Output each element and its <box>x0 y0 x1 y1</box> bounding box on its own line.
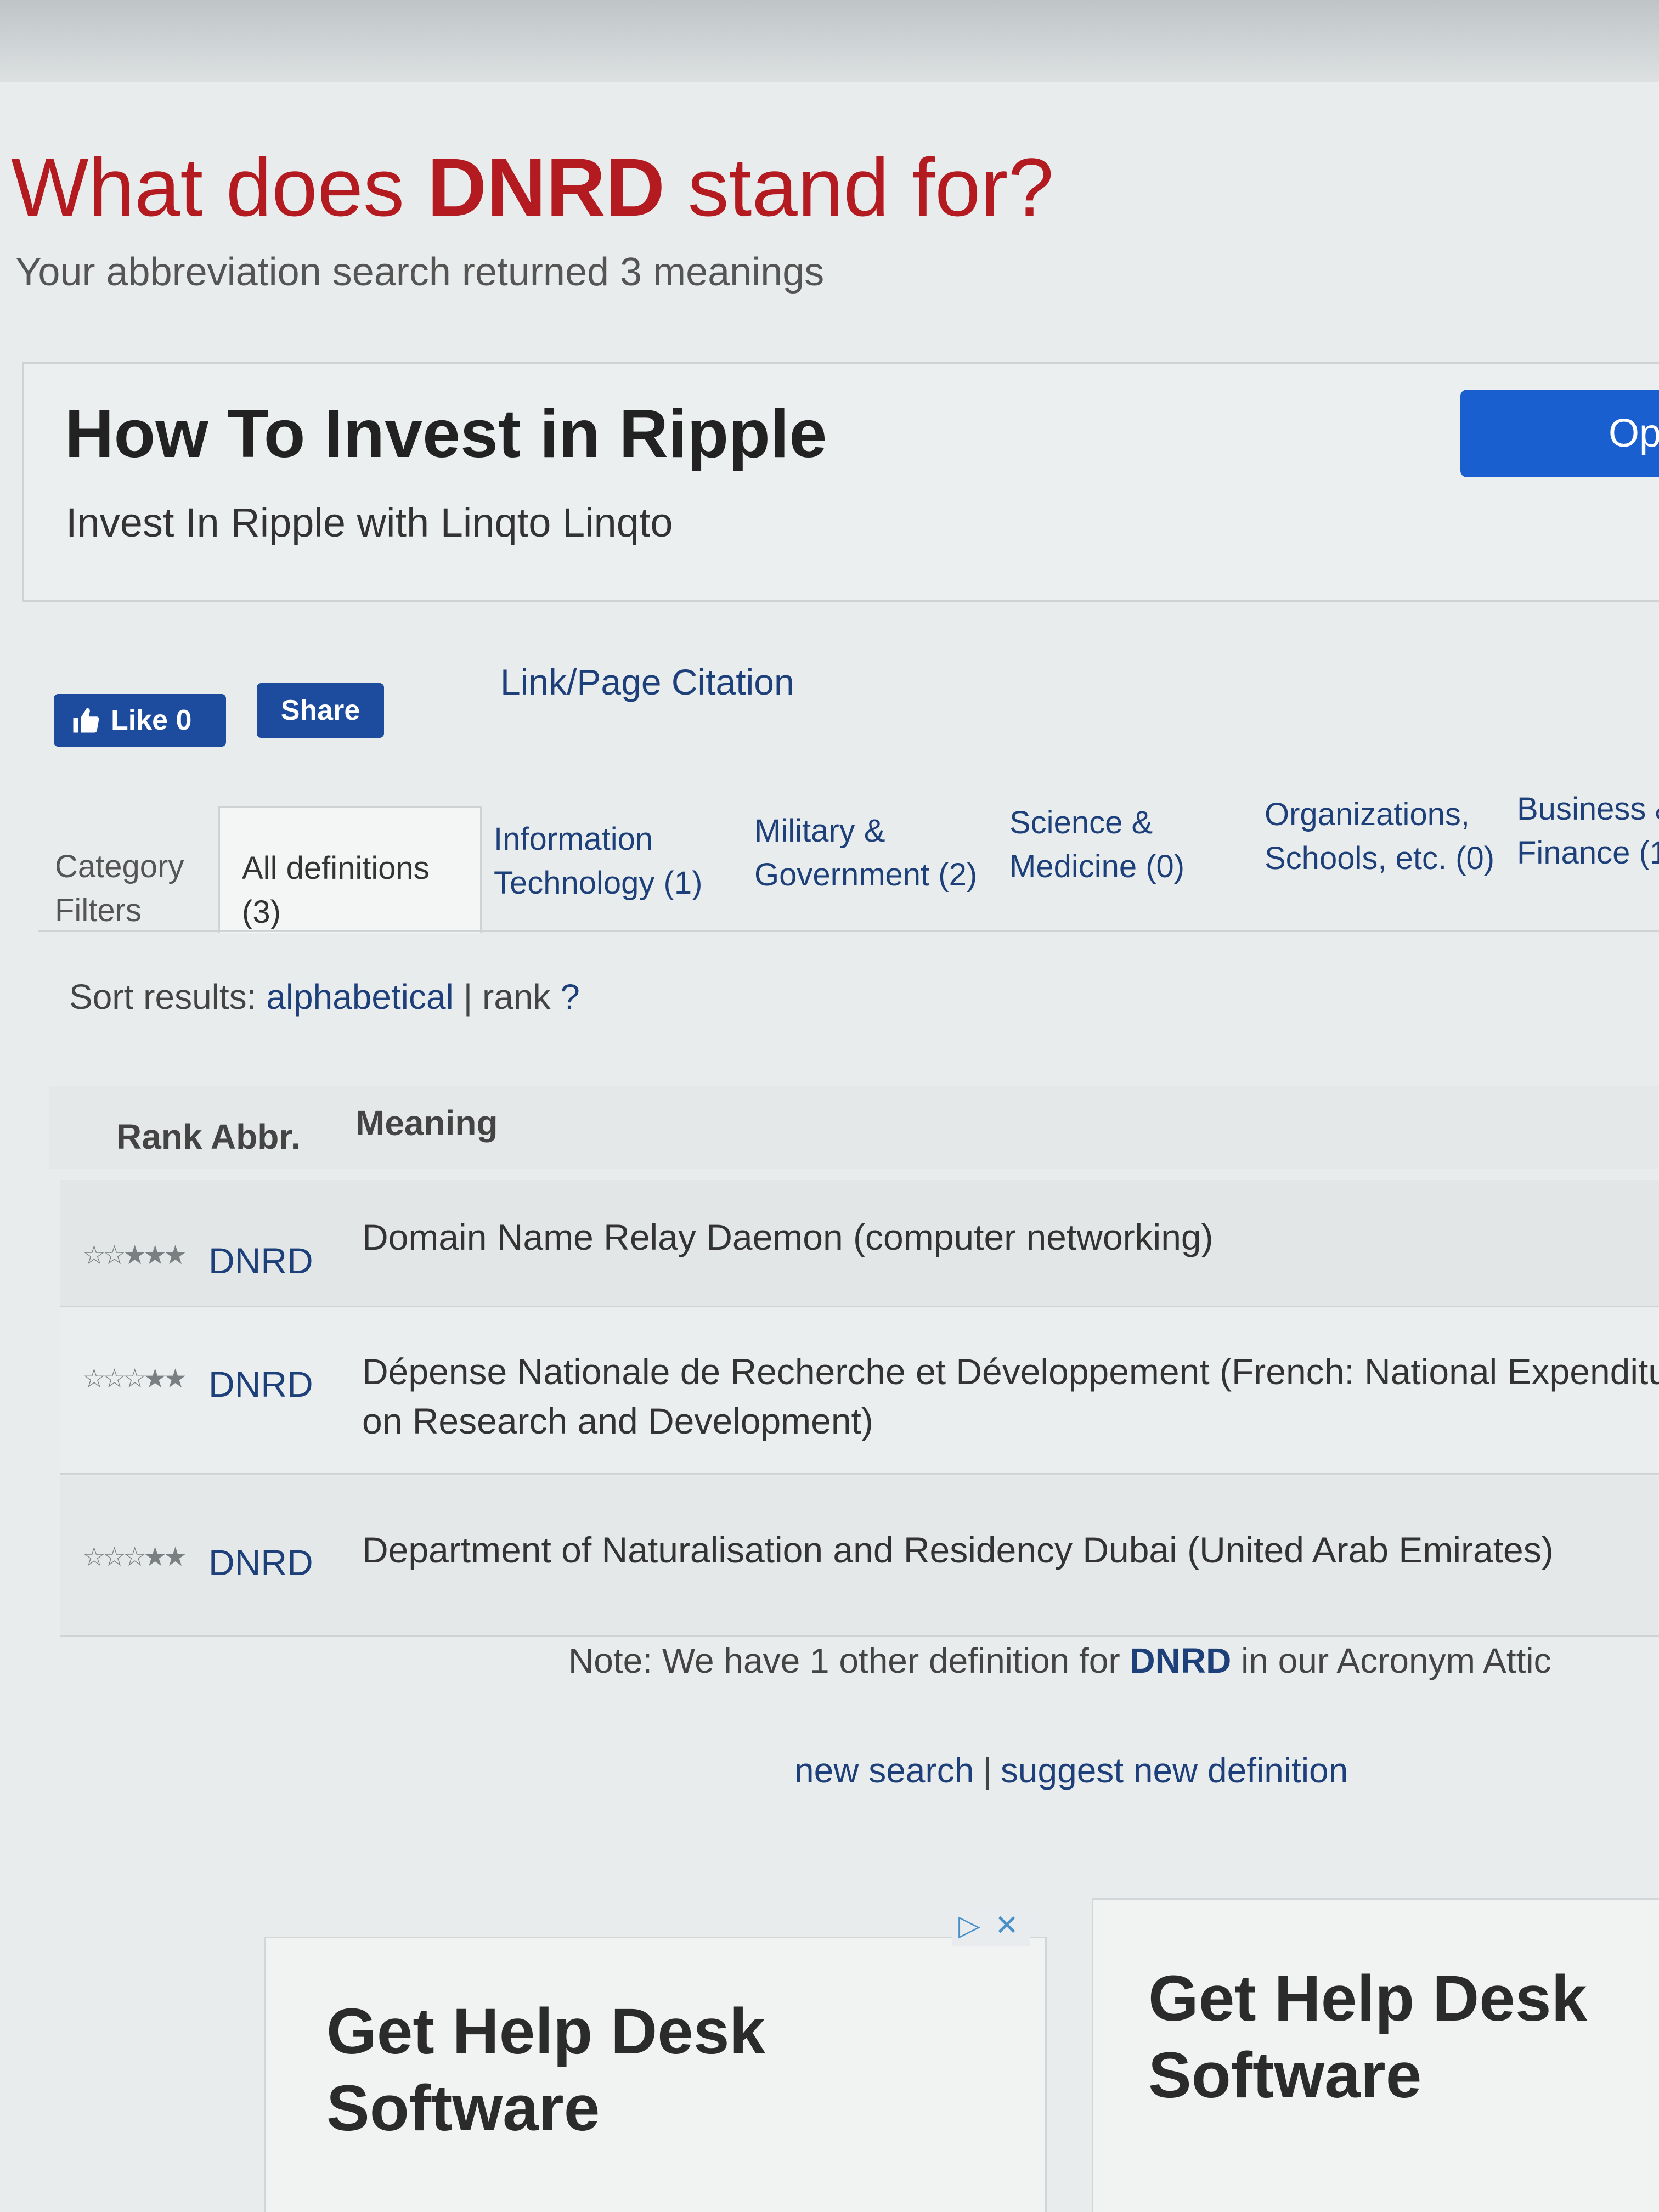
star-icon: ★ <box>163 1364 187 1393</box>
acronym-attic-link[interactable]: in our Acronym Attic <box>1231 1641 1551 1680</box>
suggest-definition-link[interactable]: suggest new definition <box>1001 1751 1348 1790</box>
column-header-rank-abbr: Rank Abbr. <box>116 1117 301 1156</box>
meaning-text: Domain Name Relay Daemon (computer netwo… <box>362 1217 1214 1257</box>
bottom-ad-card-1[interactable]: Get Help Desk Software <box>264 1937 1047 2212</box>
footer-separator: | <box>983 1751 992 1790</box>
table-row: ☆☆☆★★ DNRD Department of Naturalisation … <box>60 1476 1659 1637</box>
sort-separator: | <box>453 977 482 1017</box>
star-icon: ☆ <box>82 1543 106 1572</box>
meaning-text: Dépense Nationale de Recherche et Dévelo… <box>362 1351 1659 1441</box>
ad-card-title[interactable]: Get Help Desk Software <box>326 1993 985 2147</box>
tab-information-technology[interactable]: Information Technology (1) <box>494 817 702 905</box>
title-suffix: stand for? <box>665 141 1054 233</box>
ad-subtitle: Invest In Ripple with Linqto Linqto <box>66 500 673 545</box>
rating-stars: ☆☆★★★ <box>82 1240 187 1271</box>
tab-organizations-schools[interactable]: Organizations, Schools, etc. (0) <box>1265 793 1494 881</box>
star-icon: ☆ <box>123 1543 146 1572</box>
star-icon: ☆ <box>82 1364 106 1393</box>
sort-alphabetical-link[interactable]: alphabetical <box>266 977 454 1017</box>
abbreviation-link[interactable]: DNRD <box>208 1363 313 1405</box>
tab-all-definitions[interactable]: All definitions (3) <box>218 806 482 933</box>
table-row: ☆☆☆★★ DNRD Dépense Nationale de Recherch… <box>60 1308 1659 1475</box>
facebook-like-button[interactable]: Like 0 <box>54 694 226 747</box>
abbreviation-link[interactable]: DNRD <box>208 1542 313 1583</box>
meaning-text: Department of Naturalisation and Residen… <box>362 1530 1554 1570</box>
sort-controls: Sort results: alphabetical | rank ? <box>69 977 580 1017</box>
title-abbreviation: DNRD <box>427 141 665 233</box>
page-title: What does DNRD stand for? <box>11 140 1054 235</box>
adchoices-icon[interactable]: ▷ <box>952 1908 987 1943</box>
column-header-meaning: Meaning <box>356 1103 498 1143</box>
sort-label: Sort results: <box>69 977 267 1017</box>
citation-link[interactable]: Link/Page Citation <box>500 661 794 703</box>
facebook-share-button[interactable]: Share <box>257 683 384 738</box>
thumbs-up-icon <box>73 708 99 733</box>
footer-links: new search | suggest new definition <box>794 1750 1348 1791</box>
star-icon: ☆ <box>123 1364 146 1393</box>
ad-title[interactable]: How To Invest in Ripple <box>65 395 827 473</box>
star-icon: ★ <box>123 1241 146 1270</box>
rating-stars: ☆☆☆★★ <box>82 1542 187 1572</box>
tab-business-finance[interactable]: Business & Finance (1) <box>1517 787 1659 875</box>
like-label: Like 0 <box>111 704 192 736</box>
star-icon: ★ <box>143 1241 167 1270</box>
bottom-ad-card-2[interactable]: Get Help Desk Software <box>1092 1898 1659 2212</box>
ad-card-title[interactable]: Get Help Desk Software <box>1148 1960 1642 2114</box>
star-icon: ☆ <box>82 1241 106 1270</box>
abbreviation-link[interactable]: DNRD <box>208 1240 313 1282</box>
browser-page: What does DNRD stand for? Your abbreviat… <box>0 0 1659 2212</box>
results-summary: Your abbreviation search returned 3 mean… <box>15 250 825 294</box>
sort-rank-link[interactable]: rank <box>482 977 551 1017</box>
star-icon: ★ <box>163 1241 187 1270</box>
star-icon: ★ <box>143 1364 167 1393</box>
star-icon: ★ <box>163 1543 187 1572</box>
attic-abbreviation-link[interactable]: DNRD <box>1130 1641 1231 1680</box>
sort-help-link[interactable]: ? <box>551 977 580 1017</box>
rating-stars: ☆☆☆★★ <box>82 1363 187 1394</box>
category-filters-label: Category Filters <box>55 849 184 928</box>
star-icon: ☆ <box>103 1543 126 1572</box>
new-search-link[interactable]: new search <box>794 1751 974 1790</box>
star-icon: ☆ <box>103 1364 126 1393</box>
close-icon[interactable]: ✕ <box>989 1908 1024 1943</box>
title-prefix: What does <box>11 141 427 233</box>
acronym-attic-note: Note: We have 1 other definition for DNR… <box>568 1641 1551 1680</box>
tab-science-medicine[interactable]: Science & Medicine (0) <box>1009 801 1184 889</box>
star-icon: ☆ <box>103 1241 126 1270</box>
star-icon: ★ <box>143 1543 167 1572</box>
screen-bezel <box>0 0 1659 82</box>
ad-open-button[interactable]: Op <box>1460 390 1659 477</box>
table-row: ☆☆★★★ DNRD Domain Name Relay Daemon (com… <box>60 1180 1659 1307</box>
adchoices-badge[interactable]: ▷ ✕ <box>952 1908 1030 1946</box>
tab-military-government[interactable]: Military & Government (2) <box>754 809 977 897</box>
tab-divider <box>38 930 1659 932</box>
